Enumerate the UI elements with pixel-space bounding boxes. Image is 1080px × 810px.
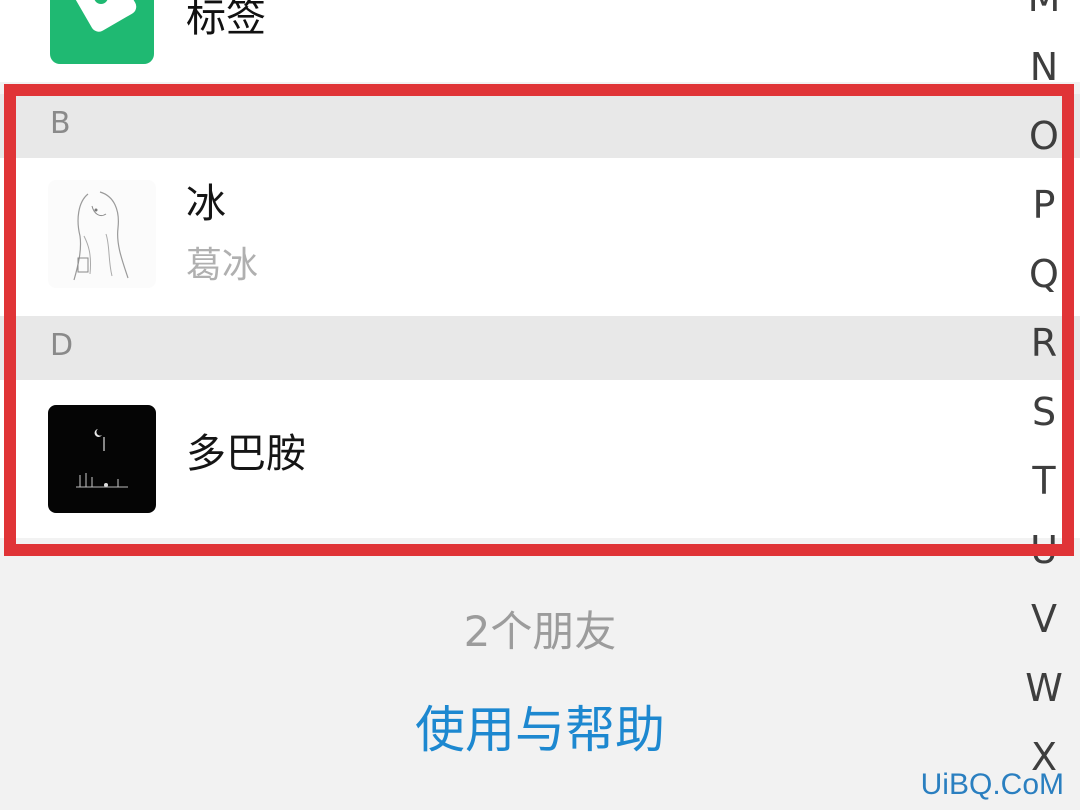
contact-row-duobaan[interactable]: 多巴胺 [0, 380, 1080, 538]
alpha-letter-n[interactable]: N [1016, 33, 1072, 102]
sketch-girl-avatar [48, 180, 156, 288]
watermark: UiBQ.CoM [920, 768, 1064, 801]
tags-row[interactable]: 标签 [0, 0, 1080, 82]
alpha-letter-s[interactable]: S [1016, 378, 1072, 447]
alpha-letter-r[interactable]: R [1016, 309, 1072, 378]
friend-count: 2个朋友 [463, 607, 617, 656]
contact-name: 冰 [186, 181, 226, 227]
section-header-b: B [0, 94, 1080, 158]
tags-label: 标签 [186, 0, 266, 41]
alpha-letter-m[interactable]: M [1016, 0, 1072, 33]
help-link[interactable]: 使用与帮助 [0, 690, 1080, 762]
section-header-d: D [0, 316, 1080, 380]
section-letter: D [50, 328, 74, 363]
section-letter: B [50, 106, 71, 141]
alpha-letter-u[interactable]: U [1016, 516, 1072, 585]
alpha-letter-p[interactable]: P [1016, 171, 1072, 240]
contact-row-bing[interactable]: 冰 葛冰 [0, 158, 1080, 316]
alpha-letter-q[interactable]: Q [1016, 240, 1072, 309]
alphabet-index[interactable]: M N O P Q R S T U V W X [1016, 0, 1072, 792]
tag-icon [50, 0, 154, 64]
alpha-letter-v[interactable]: V [1016, 585, 1072, 654]
alpha-letter-o[interactable]: O [1016, 102, 1072, 171]
alpha-letter-w[interactable]: W [1016, 654, 1072, 723]
contact-name: 多巴胺 [186, 431, 306, 477]
night-scene-avatar [48, 405, 156, 513]
contact-nickname: 葛冰 [186, 245, 259, 286]
alpha-letter-t[interactable]: T [1016, 447, 1072, 516]
